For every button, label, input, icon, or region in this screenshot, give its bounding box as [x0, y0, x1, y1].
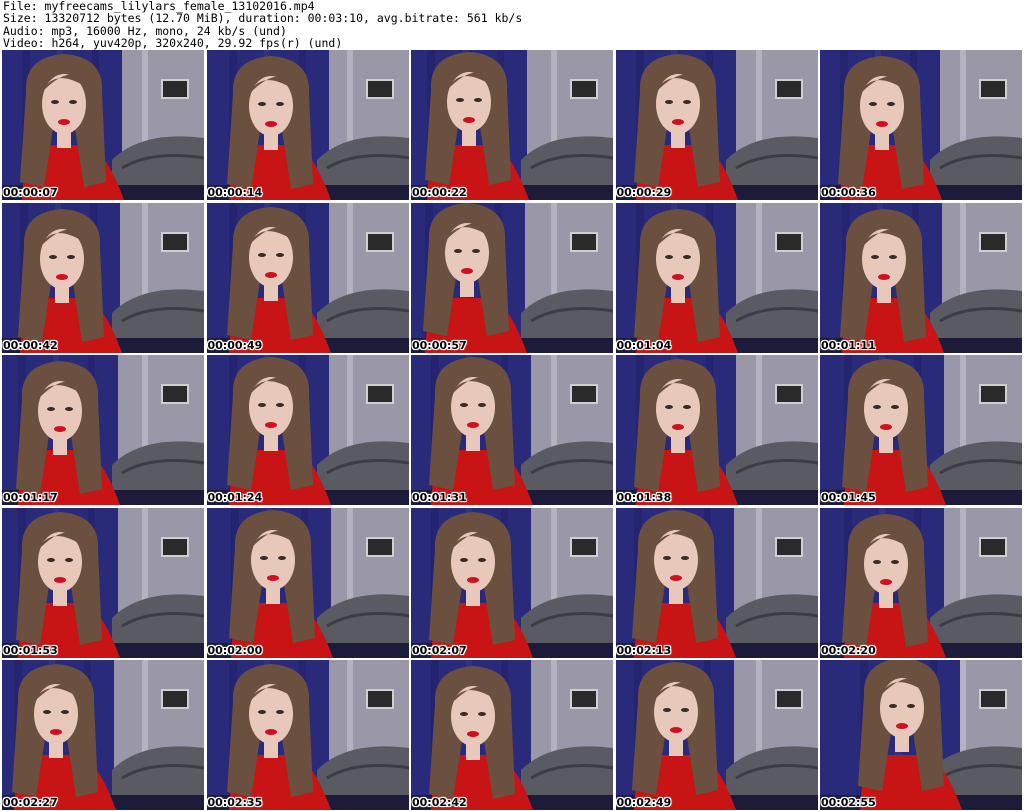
thumbnail-grid: 00:00:07 00:00:14 00:00:22 00:00:29 00:0…	[2, 50, 1022, 810]
thumbnail-timestamp: 00:00:22	[412, 186, 467, 199]
video-thumbnail: 00:02:27	[2, 660, 204, 810]
video-thumbnail: 00:00:49	[206, 202, 409, 353]
video-thumbnail: 00:01:17	[2, 355, 204, 505]
video-thumbnail: 00:00:29	[615, 50, 818, 200]
frame-image	[206, 50, 409, 200]
thumbnail-timestamp: 00:02:42	[412, 796, 467, 809]
video-thumbnail: 00:01:38	[615, 355, 818, 505]
thumbnail-timestamp: 00:00:57	[412, 338, 467, 352]
frame-image	[411, 355, 613, 505]
video-thumbnail: 00:01:53	[2, 507, 204, 658]
video-thumbnail: 00:02:00	[206, 507, 409, 658]
thumbnail-timestamp: 00:00:49	[207, 338, 263, 352]
thumbnail-timestamp: 00:00:29	[616, 186, 672, 199]
video-thumbnail: 00:02:13	[615, 507, 818, 658]
video-thumbnail: 00:02:42	[411, 660, 613, 810]
frame-image	[615, 50, 818, 200]
video-thumbnail: 00:01:24	[206, 355, 409, 505]
frame-image	[615, 202, 818, 353]
thumbnail-timestamp: 00:01:45	[821, 491, 876, 504]
frame-image	[206, 355, 409, 505]
video-info-line: Video: h264, yuv420p, 320x240, 29.92 fps…	[3, 35, 343, 50]
thumbnail-timestamp: 00:00:42	[3, 338, 58, 352]
thumbnail-timestamp: 00:02:49	[616, 796, 672, 809]
video-thumbnail: 00:00:57	[411, 202, 613, 353]
video-thumbnail: 00:00:42	[2, 202, 204, 353]
thumbnail-timestamp: 00:02:20	[821, 643, 876, 657]
frame-image	[411, 50, 613, 200]
video-thumbnail: 00:00:22	[411, 50, 613, 200]
thumbnail-timestamp: 00:01:38	[616, 491, 672, 504]
thumbnail-timestamp: 00:02:27	[3, 796, 58, 809]
video-thumbnail: 00:02:20	[820, 507, 1022, 658]
frame-image	[615, 660, 818, 810]
thumbnail-timestamp: 00:02:13	[616, 643, 672, 657]
thumbnail-timestamp: 00:00:07	[3, 186, 58, 199]
frame-image	[820, 50, 1022, 200]
thumbnail-timestamp: 00:01:53	[3, 643, 58, 657]
frame-image	[820, 202, 1022, 353]
thumbnail-timestamp: 00:02:35	[207, 796, 263, 809]
thumbnail-timestamp: 00:00:14	[207, 186, 263, 199]
video-thumbnail: 00:02:55	[820, 660, 1022, 810]
frame-image	[2, 355, 204, 505]
frame-image	[820, 355, 1022, 505]
frame-image	[206, 202, 409, 353]
thumbnail-timestamp: 00:02:55	[821, 796, 876, 809]
frame-image	[2, 202, 204, 353]
thumbnail-timestamp: 00:00:36	[821, 186, 876, 199]
frame-image	[2, 50, 204, 200]
frame-image	[2, 507, 204, 658]
video-thumbnail: 00:00:07	[2, 50, 204, 200]
frame-image	[206, 507, 409, 658]
frame-image	[206, 660, 409, 810]
video-thumbnail: 00:01:04	[615, 202, 818, 353]
video-thumbnail: 00:02:49	[615, 660, 818, 810]
thumbnail-timestamp: 00:01:04	[616, 338, 672, 352]
frame-image	[411, 202, 613, 353]
file-info-header: File: myfreecams_lilylars_female_1310201…	[3, 0, 1021, 50]
thumbnail-timestamp: 00:02:07	[412, 643, 467, 657]
thumbnail-timestamp: 00:02:00	[207, 643, 263, 657]
thumbnail-timestamp: 00:01:24	[207, 491, 263, 504]
video-thumbnail: 00:01:45	[820, 355, 1022, 505]
video-thumbnail: 00:00:14	[206, 50, 409, 200]
frame-image	[615, 355, 818, 505]
frame-image	[820, 660, 1022, 810]
frame-image	[411, 660, 613, 810]
video-thumbnail: 00:01:31	[411, 355, 613, 505]
thumbnail-timestamp: 00:01:11	[821, 338, 876, 352]
frame-image	[820, 507, 1022, 658]
frame-image	[615, 507, 818, 658]
video-thumbnail: 00:02:35	[206, 660, 409, 810]
file-size-line: Size: 13320712 bytes (12.70 MiB), durati…	[3, 11, 523, 26]
frame-image	[411, 507, 613, 658]
thumbnail-timestamp: 00:01:17	[3, 491, 58, 504]
video-thumbnail: 00:01:11	[820, 202, 1022, 353]
video-thumbnail: 00:00:36	[820, 50, 1022, 200]
video-thumbnail: 00:02:07	[411, 507, 613, 658]
thumbnail-timestamp: 00:01:31	[412, 491, 467, 504]
frame-image	[2, 660, 204, 810]
